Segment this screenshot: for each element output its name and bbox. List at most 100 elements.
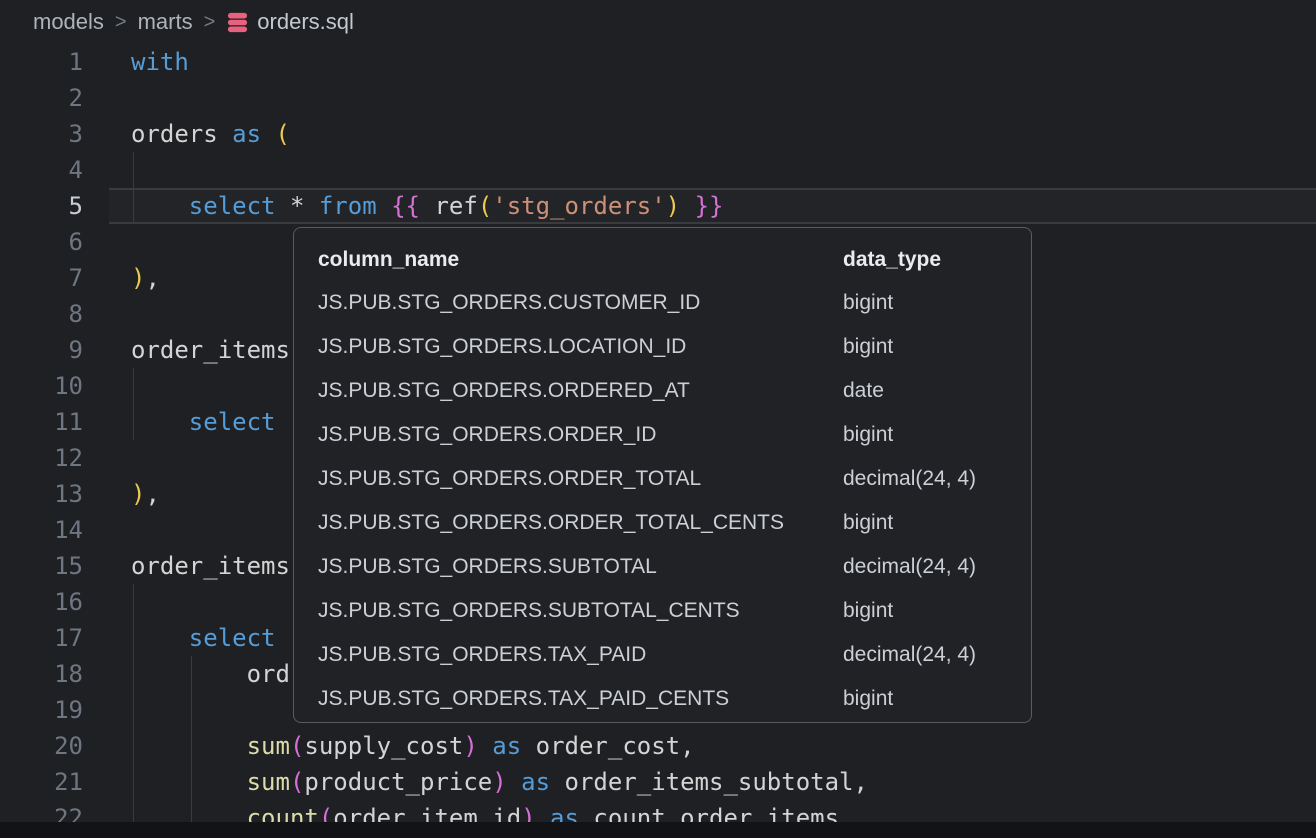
data-type-cell: bigint <box>843 325 893 369</box>
token-id: ref <box>434 192 477 220</box>
line-number[interactable]: 5 <box>0 188 83 224</box>
token-id <box>131 408 189 436</box>
token-id: supply_cost <box>304 732 463 760</box>
token-id <box>131 804 247 822</box>
code-text: ), <box>131 260 160 296</box>
token-str: 'stg_orders' <box>492 192 665 220</box>
indent-guide <box>133 692 134 728</box>
token-b1: ) <box>666 192 680 220</box>
token-fn: sum <box>247 768 290 796</box>
token-kw: as <box>232 120 261 148</box>
code-text: orders as ( <box>131 116 290 152</box>
token-id <box>218 120 232 148</box>
column-name-cell: JS.PUB.STG_ORDERS.ORDER_ID <box>318 413 656 457</box>
breadcrumb-file[interactable]: orders.sql <box>226 9 354 35</box>
code-line-1[interactable]: 1 with <box>0 44 1316 80</box>
column-info-row: JS.PUB.STG_ORDERS.LOCATION_ID bigint <box>294 325 1031 369</box>
column-info-row: JS.PUB.STG_ORDERS.ORDERED_ATdate <box>294 369 1031 413</box>
token-b2: {{ <box>391 192 420 220</box>
line-number[interactable]: 6 <box>0 224 83 260</box>
code-editor-window: models > marts > orders.sql 1 with 23 order… <box>0 0 1316 838</box>
breadcrumb-separator: > <box>204 11 216 34</box>
token-id: , <box>145 264 159 292</box>
data-type-header: data_type <box>843 240 941 280</box>
code-text: sum(product_price) as order_items_subtot… <box>131 764 868 800</box>
line-number[interactable]: 1 <box>0 44 83 80</box>
token-b2: ) <box>492 768 506 796</box>
line-number[interactable]: 18 <box>0 656 83 692</box>
tooltip-header-row: column_name data_type <box>294 240 1031 280</box>
token-id <box>276 192 290 220</box>
breadcrumb-item-marts[interactable]: marts <box>138 9 193 35</box>
indent-guide <box>133 152 134 188</box>
line-number[interactable]: 17 <box>0 620 83 656</box>
token-id: order_items <box>131 336 290 364</box>
column-name-cell: JS.PUB.STG_ORDERS.SUBTOTAL <box>318 545 657 589</box>
code-line-3[interactable]: 3 orders as ( <box>0 116 1316 152</box>
data-type-cell: bigint <box>843 281 893 325</box>
column-info-row: JS.PUB.STG_ORDERS.ORDER_ID bigint <box>294 413 1031 457</box>
line-number[interactable]: 15 <box>0 548 83 584</box>
token-fn: count <box>247 804 319 822</box>
token-id <box>131 192 189 220</box>
column-info-row: JS.PUB.STG_ORDERS.ORDER_TOTALdecimal(24,… <box>294 457 1031 501</box>
token-kw: from <box>319 192 377 220</box>
column-name-cell: JS.PUB.STG_ORDERS.TAX_PAID_CENTS <box>318 677 729 721</box>
line-number[interactable]: 20 <box>0 728 83 764</box>
data-type-cell: bigint <box>843 501 893 545</box>
column-name-cell: JS.PUB.STG_ORDERS.LOCATION_ID <box>318 325 686 369</box>
code-line-21[interactable]: 21 sum(product_price) as order_items_sub… <box>0 764 1316 800</box>
line-number[interactable]: 7 <box>0 260 83 296</box>
line-number[interactable]: 10 <box>0 368 83 404</box>
line-number[interactable]: 16 <box>0 584 83 620</box>
code-text: order_items <box>131 332 290 368</box>
token-b1: ( <box>276 120 290 148</box>
token-kw: as <box>521 768 550 796</box>
line-number[interactable]: 8 <box>0 296 83 332</box>
code-line-5[interactable]: 5 select * from {{ ref('stg_orders') }} <box>0 188 1316 224</box>
line-number[interactable]: 13 <box>0 476 83 512</box>
line-number[interactable]: 3 <box>0 116 83 152</box>
line-number[interactable]: 19 <box>0 692 83 728</box>
token-id: order_item_id <box>333 804 521 822</box>
token-b2: ( <box>319 804 333 822</box>
token-id <box>550 768 564 796</box>
line-number[interactable]: 4 <box>0 152 83 188</box>
token-b2: }} <box>695 192 724 220</box>
column-name-cell: JS.PUB.STG_ORDERS.CUSTOMER_ID <box>318 281 700 325</box>
code-line-2[interactable]: 2 <box>0 80 1316 116</box>
data-type-cell: bigint <box>843 413 893 457</box>
line-number[interactable]: 22 <box>0 800 83 822</box>
breadcrumb: models > marts > orders.sql <box>0 0 1316 44</box>
code-line-22[interactable]: 22 count(order_item_id) as count_order_i… <box>0 800 1316 822</box>
token-id <box>131 768 247 796</box>
token-id <box>131 732 247 760</box>
token-id <box>579 804 593 822</box>
column-name-cell: JS.PUB.STG_ORDERS.ORDERED_AT <box>318 369 690 413</box>
token-id: order_items <box>131 552 290 580</box>
column-info-tooltip: column_name data_type JS.PUB.STG_ORDERS.… <box>293 227 1032 723</box>
data-type-cell: decimal(24, 4) <box>843 545 976 589</box>
token-kw: with <box>131 48 189 76</box>
line-number[interactable]: 21 <box>0 764 83 800</box>
token-b2: ) <box>521 804 535 822</box>
line-number[interactable]: 11 <box>0 404 83 440</box>
line-number[interactable]: 9 <box>0 332 83 368</box>
code-line-4[interactable]: 4 <box>0 152 1316 188</box>
code-line-20[interactable]: 20 sum(supply_cost) as order_cost, <box>0 728 1316 764</box>
line-number[interactable]: 12 <box>0 440 83 476</box>
column-name-header: column_name <box>318 240 459 280</box>
line-number[interactable]: 2 <box>0 80 83 116</box>
token-id: , <box>854 768 868 796</box>
token-id <box>420 192 434 220</box>
code-text: with <box>131 44 189 80</box>
token-id: order_cost <box>536 732 681 760</box>
token-b2: ( <box>290 732 304 760</box>
breadcrumb-item-models[interactable]: models <box>33 9 104 35</box>
column-name-cell: JS.PUB.STG_ORDERS.SUBTOTAL_CENTS <box>318 589 740 633</box>
token-id: , <box>145 480 159 508</box>
token-id <box>536 804 550 822</box>
token-b2: ) <box>463 732 477 760</box>
line-number[interactable]: 14 <box>0 512 83 548</box>
breadcrumb-file-label: orders.sql <box>257 9 354 35</box>
